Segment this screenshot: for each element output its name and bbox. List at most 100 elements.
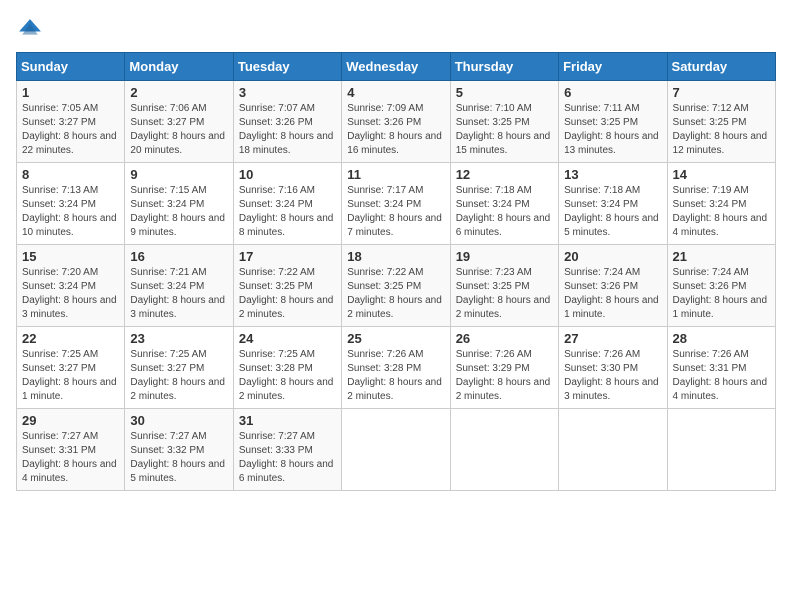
day-cell: 7 Sunrise: 7:12 AM Sunset: 3:25 PM Dayli… xyxy=(667,81,775,163)
day-number: 21 xyxy=(673,249,770,264)
day-number: 27 xyxy=(564,331,661,346)
day-number: 8 xyxy=(22,167,119,182)
day-number: 13 xyxy=(564,167,661,182)
week-row-1: 1 Sunrise: 7:05 AM Sunset: 3:27 PM Dayli… xyxy=(17,81,776,163)
logo-icon xyxy=(16,16,44,44)
day-info: Sunrise: 7:07 AM Sunset: 3:26 PM Dayligh… xyxy=(239,102,336,158)
day-number: 24 xyxy=(239,331,336,346)
day-cell: 20 Sunrise: 7:24 AM Sunset: 3:26 PM Dayl… xyxy=(559,245,667,327)
day-number: 15 xyxy=(22,249,119,264)
day-cell: 19 Sunrise: 7:23 AM Sunset: 3:25 PM Dayl… xyxy=(450,245,558,327)
day-info: Sunrise: 7:21 AM Sunset: 3:24 PM Dayligh… xyxy=(130,266,227,322)
day-number: 23 xyxy=(130,331,227,346)
week-row-5: 29 Sunrise: 7:27 AM Sunset: 3:31 PM Dayl… xyxy=(17,409,776,491)
day-info: Sunrise: 7:25 AM Sunset: 3:27 PM Dayligh… xyxy=(130,348,227,404)
day-cell: 22 Sunrise: 7:25 AM Sunset: 3:27 PM Dayl… xyxy=(17,327,125,409)
header-cell-thursday: Thursday xyxy=(450,53,558,81)
day-info: Sunrise: 7:25 AM Sunset: 3:28 PM Dayligh… xyxy=(239,348,336,404)
day-number: 4 xyxy=(347,85,444,100)
day-info: Sunrise: 7:05 AM Sunset: 3:27 PM Dayligh… xyxy=(22,102,119,158)
day-info: Sunrise: 7:22 AM Sunset: 3:25 PM Dayligh… xyxy=(347,266,444,322)
day-cell xyxy=(450,409,558,491)
day-info: Sunrise: 7:27 AM Sunset: 3:32 PM Dayligh… xyxy=(130,430,227,486)
day-number: 18 xyxy=(347,249,444,264)
day-info: Sunrise: 7:22 AM Sunset: 3:25 PM Dayligh… xyxy=(239,266,336,322)
day-info: Sunrise: 7:25 AM Sunset: 3:27 PM Dayligh… xyxy=(22,348,119,404)
logo xyxy=(16,16,48,44)
day-number: 22 xyxy=(22,331,119,346)
day-cell xyxy=(667,409,775,491)
day-info: Sunrise: 7:27 AM Sunset: 3:31 PM Dayligh… xyxy=(22,430,119,486)
day-info: Sunrise: 7:06 AM Sunset: 3:27 PM Dayligh… xyxy=(130,102,227,158)
day-info: Sunrise: 7:12 AM Sunset: 3:25 PM Dayligh… xyxy=(673,102,770,158)
day-cell: 28 Sunrise: 7:26 AM Sunset: 3:31 PM Dayl… xyxy=(667,327,775,409)
day-cell: 15 Sunrise: 7:20 AM Sunset: 3:24 PM Dayl… xyxy=(17,245,125,327)
header-cell-friday: Friday xyxy=(559,53,667,81)
header-cell-tuesday: Tuesday xyxy=(233,53,341,81)
day-info: Sunrise: 7:09 AM Sunset: 3:26 PM Dayligh… xyxy=(347,102,444,158)
week-row-3: 15 Sunrise: 7:20 AM Sunset: 3:24 PM Dayl… xyxy=(17,245,776,327)
day-cell: 8 Sunrise: 7:13 AM Sunset: 3:24 PM Dayli… xyxy=(17,163,125,245)
day-cell: 21 Sunrise: 7:24 AM Sunset: 3:26 PM Dayl… xyxy=(667,245,775,327)
header-row: SundayMondayTuesdayWednesdayThursdayFrid… xyxy=(17,53,776,81)
day-cell: 13 Sunrise: 7:18 AM Sunset: 3:24 PM Dayl… xyxy=(559,163,667,245)
day-number: 28 xyxy=(673,331,770,346)
day-cell: 25 Sunrise: 7:26 AM Sunset: 3:28 PM Dayl… xyxy=(342,327,450,409)
day-number: 12 xyxy=(456,167,553,182)
day-info: Sunrise: 7:27 AM Sunset: 3:33 PM Dayligh… xyxy=(239,430,336,486)
day-cell: 9 Sunrise: 7:15 AM Sunset: 3:24 PM Dayli… xyxy=(125,163,233,245)
day-info: Sunrise: 7:18 AM Sunset: 3:24 PM Dayligh… xyxy=(456,184,553,240)
day-cell: 31 Sunrise: 7:27 AM Sunset: 3:33 PM Dayl… xyxy=(233,409,341,491)
day-number: 26 xyxy=(456,331,553,346)
day-cell: 27 Sunrise: 7:26 AM Sunset: 3:30 PM Dayl… xyxy=(559,327,667,409)
day-info: Sunrise: 7:24 AM Sunset: 3:26 PM Dayligh… xyxy=(564,266,661,322)
day-number: 3 xyxy=(239,85,336,100)
header-cell-saturday: Saturday xyxy=(667,53,775,81)
day-cell xyxy=(559,409,667,491)
calendar-body: 1 Sunrise: 7:05 AM Sunset: 3:27 PM Dayli… xyxy=(17,81,776,491)
day-cell: 11 Sunrise: 7:17 AM Sunset: 3:24 PM Dayl… xyxy=(342,163,450,245)
day-cell: 29 Sunrise: 7:27 AM Sunset: 3:31 PM Dayl… xyxy=(17,409,125,491)
day-cell: 12 Sunrise: 7:18 AM Sunset: 3:24 PM Dayl… xyxy=(450,163,558,245)
header-cell-sunday: Sunday xyxy=(17,53,125,81)
day-number: 29 xyxy=(22,413,119,428)
calendar-header: SundayMondayTuesdayWednesdayThursdayFrid… xyxy=(17,53,776,81)
week-row-2: 8 Sunrise: 7:13 AM Sunset: 3:24 PM Dayli… xyxy=(17,163,776,245)
day-cell: 2 Sunrise: 7:06 AM Sunset: 3:27 PM Dayli… xyxy=(125,81,233,163)
day-number: 1 xyxy=(22,85,119,100)
day-info: Sunrise: 7:11 AM Sunset: 3:25 PM Dayligh… xyxy=(564,102,661,158)
day-cell: 17 Sunrise: 7:22 AM Sunset: 3:25 PM Dayl… xyxy=(233,245,341,327)
day-number: 16 xyxy=(130,249,227,264)
day-number: 9 xyxy=(130,167,227,182)
day-cell: 10 Sunrise: 7:16 AM Sunset: 3:24 PM Dayl… xyxy=(233,163,341,245)
day-info: Sunrise: 7:18 AM Sunset: 3:24 PM Dayligh… xyxy=(564,184,661,240)
day-cell: 6 Sunrise: 7:11 AM Sunset: 3:25 PM Dayli… xyxy=(559,81,667,163)
day-cell: 30 Sunrise: 7:27 AM Sunset: 3:32 PM Dayl… xyxy=(125,409,233,491)
day-info: Sunrise: 7:19 AM Sunset: 3:24 PM Dayligh… xyxy=(673,184,770,240)
day-number: 14 xyxy=(673,167,770,182)
day-cell: 16 Sunrise: 7:21 AM Sunset: 3:24 PM Dayl… xyxy=(125,245,233,327)
day-number: 31 xyxy=(239,413,336,428)
day-number: 30 xyxy=(130,413,227,428)
day-cell xyxy=(342,409,450,491)
day-number: 5 xyxy=(456,85,553,100)
day-info: Sunrise: 7:26 AM Sunset: 3:31 PM Dayligh… xyxy=(673,348,770,404)
day-number: 25 xyxy=(347,331,444,346)
day-cell: 26 Sunrise: 7:26 AM Sunset: 3:29 PM Dayl… xyxy=(450,327,558,409)
day-info: Sunrise: 7:20 AM Sunset: 3:24 PM Dayligh… xyxy=(22,266,119,322)
week-row-4: 22 Sunrise: 7:25 AM Sunset: 3:27 PM Dayl… xyxy=(17,327,776,409)
page-header xyxy=(16,16,776,44)
day-info: Sunrise: 7:15 AM Sunset: 3:24 PM Dayligh… xyxy=(130,184,227,240)
day-info: Sunrise: 7:26 AM Sunset: 3:28 PM Dayligh… xyxy=(347,348,444,404)
day-cell: 1 Sunrise: 7:05 AM Sunset: 3:27 PM Dayli… xyxy=(17,81,125,163)
day-info: Sunrise: 7:26 AM Sunset: 3:29 PM Dayligh… xyxy=(456,348,553,404)
day-info: Sunrise: 7:17 AM Sunset: 3:24 PM Dayligh… xyxy=(347,184,444,240)
day-info: Sunrise: 7:13 AM Sunset: 3:24 PM Dayligh… xyxy=(22,184,119,240)
day-info: Sunrise: 7:16 AM Sunset: 3:24 PM Dayligh… xyxy=(239,184,336,240)
day-info: Sunrise: 7:23 AM Sunset: 3:25 PM Dayligh… xyxy=(456,266,553,322)
day-cell: 3 Sunrise: 7:07 AM Sunset: 3:26 PM Dayli… xyxy=(233,81,341,163)
day-number: 10 xyxy=(239,167,336,182)
day-cell: 18 Sunrise: 7:22 AM Sunset: 3:25 PM Dayl… xyxy=(342,245,450,327)
day-cell: 4 Sunrise: 7:09 AM Sunset: 3:26 PM Dayli… xyxy=(342,81,450,163)
calendar-table: SundayMondayTuesdayWednesdayThursdayFrid… xyxy=(16,52,776,491)
